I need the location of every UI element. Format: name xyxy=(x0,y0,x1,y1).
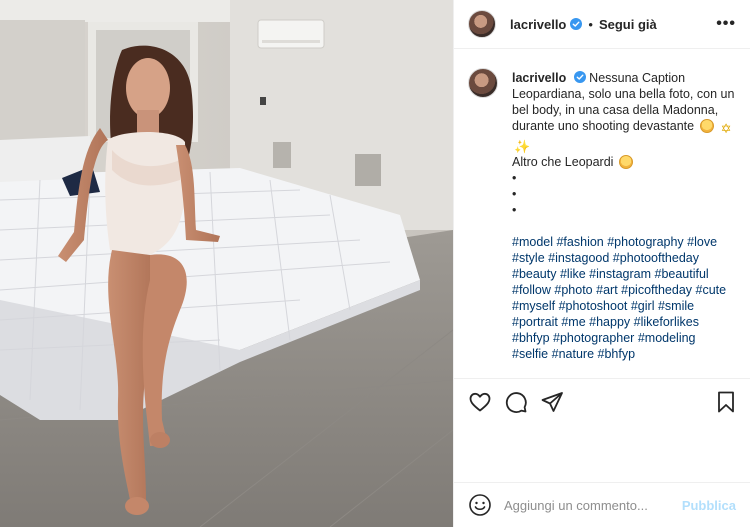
hashtag-link[interactable]: #model xyxy=(512,235,553,249)
caption-line: durante uno shooting devastante xyxy=(512,119,695,133)
hashtag-link[interactable]: #follow xyxy=(512,283,551,297)
hashtag-line: #style #instagood #photooftheday xyxy=(512,250,734,266)
share-button[interactable] xyxy=(540,390,564,414)
caption-line: bel body, in una casa della Madonna, xyxy=(512,103,719,117)
hashtag-link[interactable]: #photographer xyxy=(553,331,634,345)
bullet: • xyxy=(512,203,517,217)
hashtag-link[interactable]: #art xyxy=(596,283,618,297)
actions-section xyxy=(454,378,750,482)
hashtag-line: #portrait #me #happy #likeforlikes xyxy=(512,314,734,330)
sparkle-emoji-icon: ✨ xyxy=(514,139,531,154)
smiley-icon[interactable] xyxy=(468,493,492,517)
hashtag-link[interactable]: #instagood xyxy=(548,251,609,265)
hashtag-line: #beauty #like #instagram #beautiful xyxy=(512,266,734,282)
hashtag-line: #selfie #nature #bhfyp xyxy=(512,346,734,362)
caption-text: lacrivello Nessuna Caption Leopardiana, … xyxy=(512,70,734,362)
hashtag-link[interactable]: #beautiful xyxy=(655,267,709,281)
post-side-panel: lacrivello • Segui già ••• lacrivello Ne… xyxy=(453,0,750,527)
hashtag-link[interactable]: #portrait xyxy=(512,315,558,329)
hashtag-link[interactable]: #happy xyxy=(589,315,630,329)
hashtag-link[interactable]: #smile xyxy=(658,299,694,313)
hashtag-link[interactable]: #bhfyp xyxy=(512,331,550,345)
hashtag-link[interactable]: #picoftheday xyxy=(621,283,692,297)
hashtag-link[interactable]: #girl xyxy=(631,299,655,313)
add-comment-bar: Pubblica xyxy=(454,482,750,527)
hashtag-link[interactable]: #photooftheday xyxy=(613,251,699,265)
hashtag-line: #follow #photo #art #picoftheday #cute xyxy=(512,282,734,298)
caption-line: Altro che Leopardi xyxy=(512,155,614,169)
hashtag-link[interactable]: #photoshoot xyxy=(559,299,628,313)
post-header: lacrivello • Segui già ••• xyxy=(454,0,750,49)
header-username[interactable]: lacrivello xyxy=(510,17,566,32)
hashtag-line: #model #fashion #photography #love xyxy=(512,234,734,250)
caption-avatar[interactable] xyxy=(468,68,498,98)
caption-row: lacrivello Nessuna Caption Leopardiana, … xyxy=(468,68,736,362)
caption-username[interactable]: lacrivello xyxy=(512,71,566,85)
hashtag-list: #model #fashion #photography #love #style… xyxy=(512,234,734,362)
hashtag-link[interactable]: #photo xyxy=(554,283,592,297)
following-button[interactable]: Segui già xyxy=(599,17,657,32)
caption-line: Leopardiana, solo una bella foto, con un xyxy=(512,87,735,101)
hashtag-link[interactable]: #love xyxy=(687,235,717,249)
action-bar xyxy=(454,379,750,425)
hashtag-link[interactable]: #fashion xyxy=(556,235,603,249)
like-button[interactable] xyxy=(468,390,492,414)
hashtag-line: #bhfyp #photographer #modeling xyxy=(512,330,734,346)
comment-input[interactable] xyxy=(504,497,674,513)
hashtag-link[interactable]: #instagram xyxy=(589,267,651,281)
save-button[interactable] xyxy=(714,390,738,414)
hashtag-link[interactable]: #me xyxy=(561,315,585,329)
avatar[interactable] xyxy=(468,10,496,38)
caption-section: lacrivello Nessuna Caption Leopardiana, … xyxy=(454,50,750,378)
hashtag-link[interactable]: #selfie xyxy=(512,347,548,361)
verified-badge-icon xyxy=(570,18,583,30)
hashtag-link[interactable]: #bhfyp xyxy=(598,347,636,361)
bookmark-icon xyxy=(718,391,734,413)
hashtag-link[interactable]: #cute xyxy=(696,283,727,297)
hashtag-link[interactable]: #like xyxy=(560,267,586,281)
hashtag-link[interactable]: #photography xyxy=(607,235,683,249)
post-photo[interactable] xyxy=(0,0,453,527)
hashtag-link[interactable]: #beauty xyxy=(512,267,556,281)
hashtag-link[interactable]: #style xyxy=(512,251,545,265)
hashtag-link[interactable]: #myself xyxy=(512,299,555,313)
comment-icon xyxy=(505,392,527,413)
caption-bullets: • • • xyxy=(512,170,734,218)
more-options-button[interactable]: ••• xyxy=(716,15,736,33)
header-separator: • xyxy=(588,16,593,32)
laughing-emoji-icon xyxy=(618,155,633,169)
post-image xyxy=(0,0,453,527)
dizzy-emoji-icon: ✡ xyxy=(720,121,732,136)
paper-plane-icon xyxy=(541,392,563,412)
laughing-emoji-icon xyxy=(699,119,714,133)
comment-button[interactable] xyxy=(504,390,528,414)
caption-line: Nessuna Caption xyxy=(589,71,686,85)
hashtag-link[interactable]: #nature xyxy=(552,347,594,361)
heart-icon xyxy=(469,392,491,412)
post-comment-button[interactable]: Pubblica xyxy=(682,498,736,513)
hashtag-line: #myself #photoshoot #girl #smile xyxy=(512,298,734,314)
bullet: • xyxy=(512,187,517,201)
verified-badge-icon xyxy=(573,71,586,83)
hashtag-link[interactable]: #likeforlikes xyxy=(634,315,699,329)
bullet: • xyxy=(512,171,517,185)
hashtag-link[interactable]: #modeling xyxy=(638,331,696,345)
